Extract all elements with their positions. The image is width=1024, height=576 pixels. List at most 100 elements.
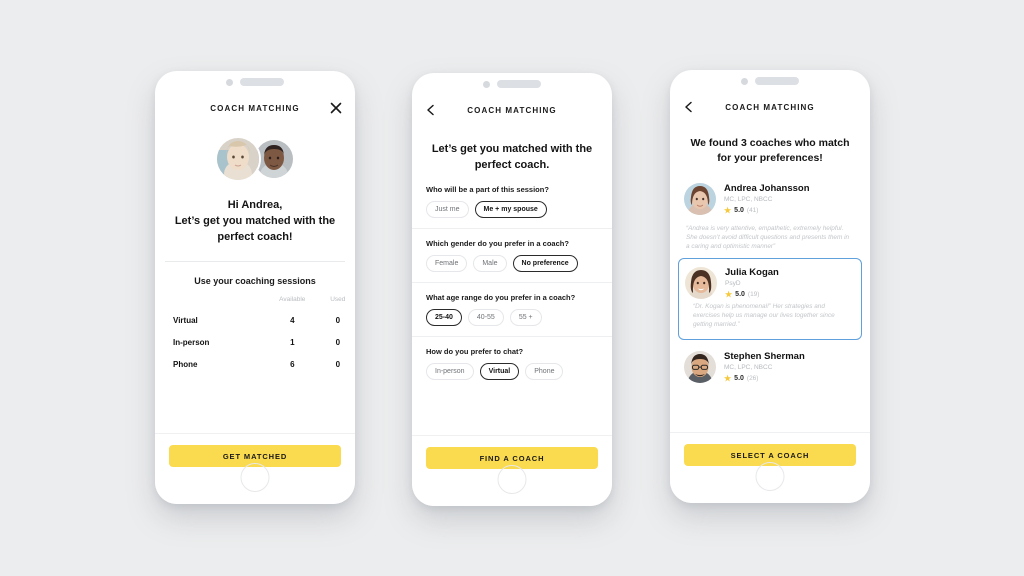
star-icon: ★ xyxy=(724,206,732,215)
session-used-value: 0 xyxy=(335,359,341,369)
coach-avatar-image xyxy=(685,267,717,299)
question-session-participants: Who will be a part of this session? Just… xyxy=(412,185,612,218)
option-chip-25-40[interactable]: 25-40 xyxy=(426,309,462,326)
session-used-value: 0 xyxy=(335,337,341,347)
option-chip-virtual[interactable]: Virtual xyxy=(479,363,520,380)
star-icon: ★ xyxy=(725,290,733,299)
camera-dot-icon xyxy=(483,80,490,88)
coach-name: Andrea Johansson xyxy=(724,183,810,194)
option-chip-me-my-spouse[interactable]: Me + my spouse xyxy=(474,201,547,218)
review-count: (41) xyxy=(746,207,759,214)
option-chip-in-person[interactable]: In-person xyxy=(426,363,474,380)
coach-rating: ★ 5.0 (26) xyxy=(724,374,856,383)
coach-info: Andrea Johansson MC, LPC, NBCC ★ 5.0 (41… xyxy=(724,183,856,215)
coach-avatar-image xyxy=(684,351,716,383)
phone-notch xyxy=(155,71,355,93)
phone-notch xyxy=(412,73,612,95)
coach-card-stephen-sherman[interactable]: Stephen Sherman MC, LPC, NBCC ★ 5.0 (26) xyxy=(678,344,862,388)
results-headline: We found 3 coaches who match for your pr… xyxy=(682,136,858,166)
coach-credentials: MC, LPC, NBCC xyxy=(724,364,773,371)
rating-value: 5.0 xyxy=(735,291,745,298)
welcome-screen-body: Hi Andrea, Let’s get you matched with th… xyxy=(155,135,355,375)
coach-avatar xyxy=(685,267,717,299)
phone-mockup-welcome: COACH MATCHING Hi Andrea, Let’s get you … xyxy=(155,71,355,504)
table-row: In-person 1 0 xyxy=(155,331,355,353)
welcome-headline-line3: perfect coach! xyxy=(217,231,293,243)
option-chip-just-me[interactable]: Just me xyxy=(426,201,469,218)
preferences-headline-line1: Let’s get you matched with the xyxy=(431,143,593,155)
page-title: COACH MATCHING xyxy=(210,103,300,113)
preferences-headline: Let’s get you matched with the perfect c… xyxy=(428,141,596,173)
chevron-left-icon xyxy=(427,104,434,116)
option-chip-55-plus[interactable]: 55 + xyxy=(509,309,542,326)
results-screen-body: We found 3 coaches who match for your pr… xyxy=(670,136,870,388)
column-header-type xyxy=(155,295,264,309)
footer-preferences: FIND A COACH xyxy=(412,435,612,506)
coach-credentials: MC, LPC, NBCC xyxy=(724,196,773,203)
option-group: 25-40 40-55 55 + xyxy=(426,309,598,326)
close-button[interactable] xyxy=(325,97,347,119)
star-icon: ★ xyxy=(724,374,732,383)
coach-review-quote: “Andrea is very attentive, empathetic, e… xyxy=(686,225,850,250)
coach-avatar xyxy=(684,351,716,383)
preferences-screen-body: Let’s get you matched with the perfect c… xyxy=(412,141,612,380)
session-available-value: 1 xyxy=(290,337,295,347)
home-button[interactable] xyxy=(240,463,270,492)
home-button[interactable] xyxy=(755,462,785,491)
coach-avatar xyxy=(684,183,716,215)
camera-dot-icon xyxy=(741,77,748,85)
table-row: Virtual 4 0 xyxy=(155,309,355,331)
session-type-label: In-person xyxy=(173,337,210,347)
question-label: How do you prefer to chat? xyxy=(426,347,524,356)
coach-avatars xyxy=(155,135,355,183)
rating-value: 5.0 xyxy=(734,375,744,382)
page-title: COACH MATCHING xyxy=(467,105,557,115)
welcome-headline-line1: Hi Andrea, xyxy=(227,199,283,211)
option-group: Female Male No preference xyxy=(426,255,598,272)
question-label: Who will be a part of this session? xyxy=(426,185,549,194)
question-coach-age-range: What age range do you prefer in a coach?… xyxy=(412,282,612,326)
footer-results: SELECT A COACH xyxy=(670,432,870,503)
question-label: Which gender do you prefer in a coach? xyxy=(426,239,569,248)
session-available-value: 6 xyxy=(290,359,295,369)
option-chip-40-55[interactable]: 40-55 xyxy=(467,309,504,326)
coach-review-quote: “Dr. Kogan is phenomenal!” Her strategie… xyxy=(693,303,835,328)
coach-avatar-image xyxy=(684,183,716,215)
table-header-row: Available Used xyxy=(155,295,355,309)
phone-mockup-results: COACH MATCHING We found 3 coaches who ma… xyxy=(670,70,870,503)
sessions-table: Available Used Virtual 4 0 In-person 1 0 xyxy=(155,295,355,375)
coach-credentials: PsyD xyxy=(725,280,741,287)
back-button[interactable] xyxy=(420,99,442,121)
header-bar-results: COACH MATCHING xyxy=(670,92,870,122)
coach-info: Stephen Sherman MC, LPC, NBCC ★ 5.0 (26) xyxy=(724,351,856,383)
canvas: COACH MATCHING Hi Andrea, Let’s get you … xyxy=(0,0,1024,576)
question-label: What age range do you prefer in a coach? xyxy=(426,293,576,302)
option-chip-male[interactable]: Male xyxy=(473,255,507,272)
coach-card-julia-kogan[interactable]: Julia Kogan PsyD ★ 5.0 (19) “Dr. Kogan i… xyxy=(678,258,862,340)
question-coach-gender: Which gender do you prefer in a coach? F… xyxy=(412,228,612,272)
coach-info: Julia Kogan PsyD ★ 5.0 (19) xyxy=(725,267,855,299)
header-bar-welcome: COACH MATCHING xyxy=(155,93,355,123)
preferences-headline-line2: perfect coach. xyxy=(474,159,550,171)
option-chip-phone[interactable]: Phone xyxy=(525,363,564,380)
table-row: Phone 6 0 xyxy=(155,353,355,375)
welcome-headline: Hi Andrea, Let’s get you matched with th… xyxy=(169,197,341,245)
back-button[interactable] xyxy=(678,96,700,118)
camera-dot-icon xyxy=(226,78,233,86)
phone-notch xyxy=(670,70,870,92)
option-chip-female[interactable]: Female xyxy=(426,255,468,272)
review-count: (26) xyxy=(746,375,759,382)
welcome-headline-line2: Let’s get you matched with the xyxy=(174,215,336,227)
speaker-bar-icon xyxy=(240,78,284,86)
coach-card-andrea-johansson[interactable]: Andrea Johansson MC, LPC, NBCC ★ 5.0 (41… xyxy=(678,176,862,220)
home-button[interactable] xyxy=(497,465,527,494)
rating-value: 5.0 xyxy=(734,207,744,214)
review-count: (19) xyxy=(747,291,760,298)
option-chip-no-preference[interactable]: No preference xyxy=(512,255,578,272)
session-used-value: 0 xyxy=(335,315,341,325)
option-group: Just me Me + my spouse xyxy=(426,201,598,218)
speaker-bar-icon xyxy=(497,80,541,88)
question-chat-preference: How do you prefer to chat? In-person Vir… xyxy=(412,336,612,380)
session-type-label: Phone xyxy=(173,359,198,369)
option-group: In-person Virtual Phone xyxy=(426,363,598,380)
